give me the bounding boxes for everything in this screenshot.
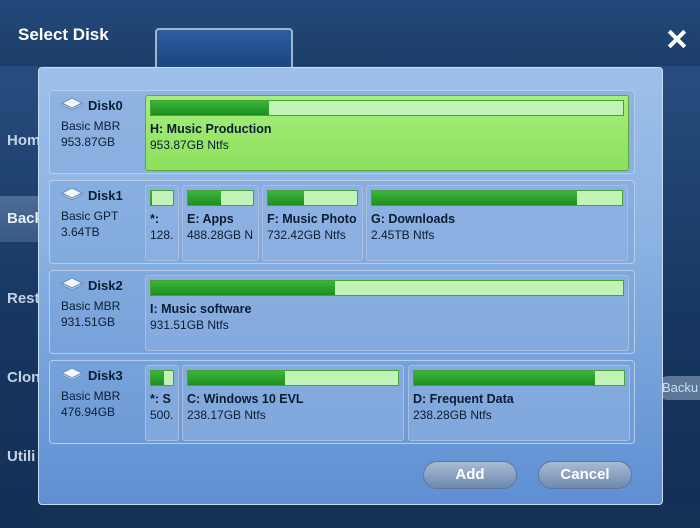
partition-label: H: Music Production <box>150 122 272 136</box>
usage-bar-fill <box>151 191 153 205</box>
disk-icon <box>60 97 84 111</box>
disk-name: Disk1 <box>88 188 123 203</box>
background-footer <box>40 507 700 528</box>
disk-size: 931.51GB <box>61 315 116 329</box>
partition-size: 128. <box>150 228 174 242</box>
partition-tile[interactable]: *: 128. <box>145 185 179 261</box>
usage-bar-fill <box>151 281 336 295</box>
partition-size: 2.45TB Ntfs <box>371 228 435 242</box>
partition-label: G: Downloads <box>371 212 456 226</box>
partition-tile[interactable]: I: Music software 931.51GB Ntfs <box>145 275 629 351</box>
disk-row-disk1: Disk1 Basic GPT 3.64TB *: 128. E: Apps 488.28G… <box>49 180 635 264</box>
disk-row-disk3: Disk3 Basic MBR 476.94GB *: S 500. C: Windows… <box>49 360 635 444</box>
usage-bar <box>150 280 624 296</box>
disk-icon <box>60 277 84 291</box>
disk-name: Disk0 <box>88 98 123 113</box>
disk-name: Disk2 <box>88 278 123 293</box>
cancel-button[interactable]: Cancel <box>538 461 632 489</box>
partition-tile[interactable]: E: Apps 488.28GB N <box>182 185 259 261</box>
disk-type: Basic MBR <box>61 119 121 133</box>
disk-info: Disk0 Basic MBR 953.87GB <box>50 91 142 173</box>
disk-size: 3.64TB <box>61 225 100 239</box>
partition-tile[interactable]: *: S 500. <box>145 365 179 441</box>
usage-bar <box>187 190 254 206</box>
usage-bar-fill <box>414 371 595 385</box>
disk-size: 476.94GB <box>61 405 116 419</box>
disk-row-disk2: Disk2 Basic MBR 931.51GB I: Music software 9… <box>49 270 635 354</box>
partition-tile[interactable]: H: Music Production 953.87GB Ntfs <box>145 95 629 171</box>
dialog-title: Select Disk <box>18 25 109 44</box>
add-button[interactable]: Add <box>423 461 517 489</box>
disk-type: Basic MBR <box>61 299 121 313</box>
partition-size: 931.51GB Ntfs <box>150 318 229 332</box>
disk-info: Disk1 Basic GPT 3.64TB <box>50 181 142 263</box>
disk-info: Disk3 Basic MBR 476.94GB <box>50 361 142 443</box>
usage-bar-fill <box>188 191 221 205</box>
usage-bar-fill <box>268 191 304 205</box>
partition-label: C: Windows 10 EVL <box>187 392 304 406</box>
usage-bar <box>150 370 174 386</box>
partition-tile[interactable]: D: Frequent Data 238.28GB Ntfs <box>408 365 630 441</box>
partition-size: 500. <box>150 408 174 422</box>
partition-size: 953.87GB Ntfs <box>150 138 229 152</box>
partition-size: 732.42GB Ntfs <box>267 228 346 242</box>
partition-label: I: Music software <box>150 302 252 316</box>
usage-bar-fill <box>151 371 165 385</box>
disk-type: Basic MBR <box>61 389 121 403</box>
disk-info: Disk2 Basic MBR 931.51GB <box>50 271 142 353</box>
partition-size: 238.28GB Ntfs <box>413 408 492 422</box>
disk-name: Disk3 <box>88 368 123 383</box>
partition-tile[interactable]: F: Music Photo 732.42GB Ntfs <box>262 185 363 261</box>
usage-bar-fill <box>188 371 285 385</box>
partition-size: 238.17GB Ntfs <box>187 408 266 422</box>
usage-bar-fill <box>151 101 269 115</box>
usage-bar-fill <box>372 191 577 205</box>
usage-bar <box>150 100 624 116</box>
usage-bar <box>413 370 625 386</box>
background-backup-button: Backu <box>658 376 700 400</box>
close-icon[interactable] <box>666 28 688 50</box>
disk-icon <box>60 367 84 381</box>
disk-type: Basic GPT <box>61 209 119 223</box>
partition-label: D: Frequent Data <box>413 392 514 406</box>
partition-label: F: Music Photo <box>267 212 357 226</box>
usage-bar <box>371 190 623 206</box>
disk-icon <box>60 187 84 201</box>
usage-bar <box>150 190 174 206</box>
partition-label: E: Apps <box>187 212 234 226</box>
disk-row-disk0: Disk0 Basic MBR 953.87GB H: Music Productio… <box>49 90 635 174</box>
partition-label: *: S <box>150 392 171 406</box>
usage-bar <box>187 370 399 386</box>
usage-bar <box>267 190 358 206</box>
partition-tile[interactable]: G: Downloads 2.45TB Ntfs <box>366 185 628 261</box>
partition-label: *: <box>150 212 160 226</box>
disk-size: 953.87GB <box>61 135 116 149</box>
partition-size: 488.28GB N <box>187 228 254 242</box>
partition-tile[interactable]: C: Windows 10 EVL 238.17GB Ntfs <box>182 365 404 441</box>
